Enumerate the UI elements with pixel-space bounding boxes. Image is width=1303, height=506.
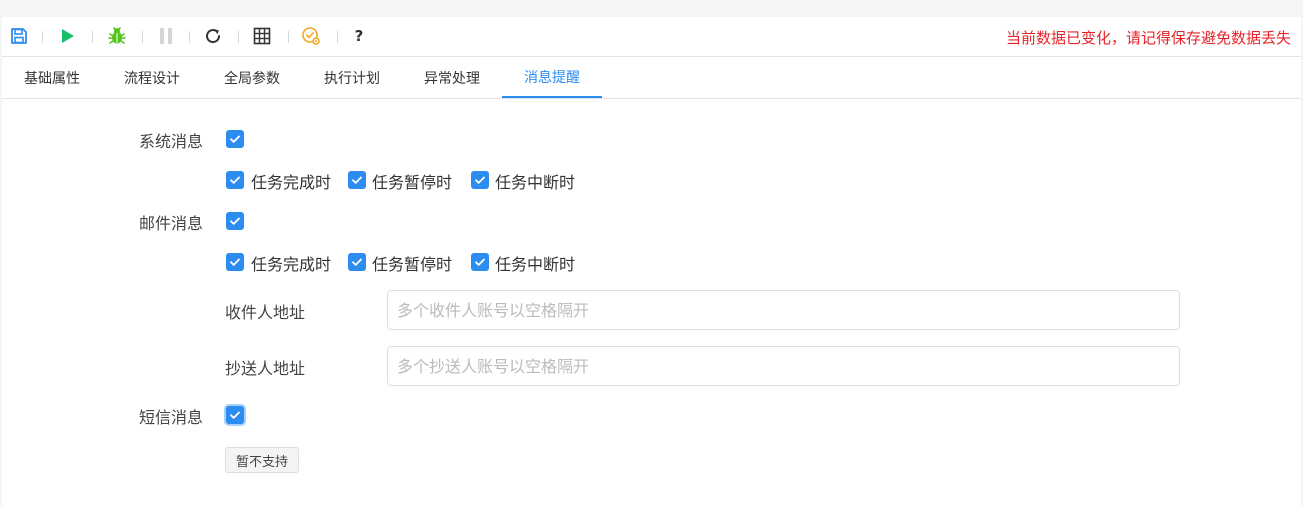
tab-basic-properties[interactable]: 基础属性: [2, 58, 102, 98]
check-icon: [352, 176, 362, 184]
grid-icon[interactable]: [251, 25, 273, 47]
system-interrupt-checkbox[interactable]: [471, 171, 489, 189]
check-icon: [230, 135, 240, 143]
check-icon: [230, 411, 240, 419]
toolbar-divider: [189, 31, 190, 43]
check-icon: [475, 258, 485, 266]
mail-pause-checkbox[interactable]: [348, 253, 366, 271]
pause-icon[interactable]: [155, 25, 177, 47]
toolbar-divider: [92, 31, 93, 43]
mail-interrupt-label: 任务中断时: [495, 255, 576, 274]
mail-complete-checkbox[interactable]: [226, 253, 244, 271]
cc-input[interactable]: [387, 346, 1180, 386]
unsupported-button[interactable]: 暂不支持: [225, 447, 300, 473]
check-icon: [230, 258, 240, 266]
tab-schedule[interactable]: 执行计划: [302, 58, 402, 98]
tab-flow-design[interactable]: 流程设计: [102, 58, 202, 98]
toolbar-divider: [42, 31, 43, 43]
mail-complete-label: 任务完成时: [251, 255, 332, 274]
system-complete-checkbox[interactable]: [226, 171, 244, 189]
tab-exception[interactable]: 异常处理: [402, 58, 502, 98]
sms-msg-checkbox[interactable]: [226, 406, 244, 424]
tab-global-params[interactable]: 全局参数: [202, 58, 302, 98]
main-panel: ? 当前数据已变化，请记得保存避免数据丢失 基础属性 流程设计 全局参数 执行计…: [2, 17, 1301, 506]
settings-check-icon[interactable]: [300, 25, 322, 47]
system-pause-checkbox[interactable]: [348, 171, 366, 189]
check-icon: [230, 217, 240, 225]
system-pause-label: 任务暂停时: [372, 173, 453, 192]
system-interrupt-label: 任务中断时: [495, 173, 576, 192]
toolbar-divider: [337, 31, 338, 43]
system-msg-checkbox[interactable]: [226, 130, 244, 148]
unsaved-warning: 当前数据已变化，请记得保存避免数据丢失: [1005, 29, 1291, 47]
system-msg-label: 系统消息: [139, 132, 204, 151]
refresh-icon[interactable]: [202, 25, 224, 47]
debug-icon[interactable]: [106, 25, 128, 47]
run-icon[interactable]: [56, 25, 78, 47]
save-icon[interactable]: [8, 25, 30, 47]
tab-bar: 基础属性 流程设计 全局参数 执行计划 异常处理 消息提醒: [2, 58, 1301, 99]
toolbar-divider: [288, 31, 289, 43]
check-icon: [230, 176, 240, 184]
toolbar: ? 当前数据已变化，请记得保存避免数据丢失: [2, 17, 1301, 57]
cc-label: 抄送人地址: [225, 359, 306, 378]
recipient-input[interactable]: [387, 290, 1180, 330]
mail-msg-checkbox[interactable]: [226, 212, 244, 230]
system-complete-label: 任务完成时: [251, 173, 332, 192]
toolbar-divider: [238, 31, 239, 43]
mail-interrupt-checkbox[interactable]: [471, 253, 489, 271]
sms-msg-label: 短信消息: [139, 408, 204, 427]
recipient-label: 收件人地址: [225, 303, 306, 322]
tab-message-reminder[interactable]: 消息提醒: [502, 58, 602, 98]
help-icon[interactable]: ?: [348, 25, 370, 47]
check-icon: [475, 176, 485, 184]
mail-pause-label: 任务暂停时: [372, 255, 453, 274]
mail-msg-label: 邮件消息: [139, 214, 204, 233]
check-icon: [352, 258, 362, 266]
toolbar-divider: [142, 31, 143, 43]
